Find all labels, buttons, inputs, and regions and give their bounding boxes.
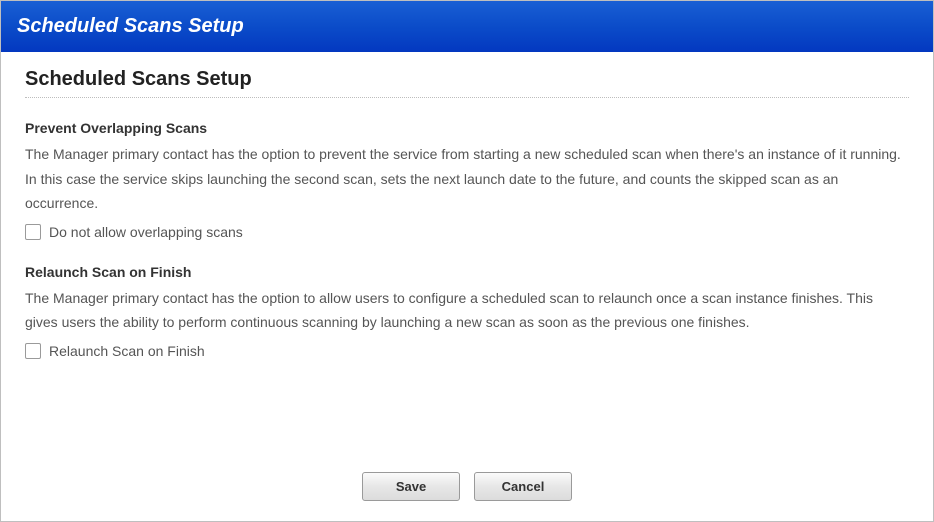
content-area: Scheduled Scans Setup Prevent Overlappin… xyxy=(1,52,933,454)
prevent-overlap-description: The Manager primary contact has the opti… xyxy=(25,142,909,216)
footer-button-bar: Save Cancel xyxy=(1,454,933,521)
window-title: Scheduled Scans Setup xyxy=(17,15,244,37)
relaunch-description: The Manager primary contact has the opti… xyxy=(25,286,909,335)
relaunch-checkbox-label: Relaunch Scan on Finish xyxy=(49,343,205,359)
scheduled-scans-window: Scheduled Scans Setup Scheduled Scans Se… xyxy=(0,0,934,522)
page-heading: Scheduled Scans Setup xyxy=(25,68,909,91)
cancel-button[interactable]: Cancel xyxy=(474,472,572,501)
relaunch-section: Relaunch Scan on Finish The Manager prim… xyxy=(25,264,909,359)
prevent-overlap-section: Prevent Overlapping Scans The Manager pr… xyxy=(25,120,909,240)
relaunch-title: Relaunch Scan on Finish xyxy=(25,264,909,280)
prevent-overlap-checkbox[interactable] xyxy=(25,224,41,240)
prevent-overlap-title: Prevent Overlapping Scans xyxy=(25,120,909,136)
relaunch-checkbox[interactable] xyxy=(25,343,41,359)
relaunch-checkbox-row[interactable]: Relaunch Scan on Finish xyxy=(25,343,909,359)
window-titlebar: Scheduled Scans Setup xyxy=(1,1,933,52)
heading-divider xyxy=(25,97,909,98)
prevent-overlap-checkbox-label: Do not allow overlapping scans xyxy=(49,224,243,240)
save-button[interactable]: Save xyxy=(362,472,460,501)
prevent-overlap-checkbox-row[interactable]: Do not allow overlapping scans xyxy=(25,224,909,240)
